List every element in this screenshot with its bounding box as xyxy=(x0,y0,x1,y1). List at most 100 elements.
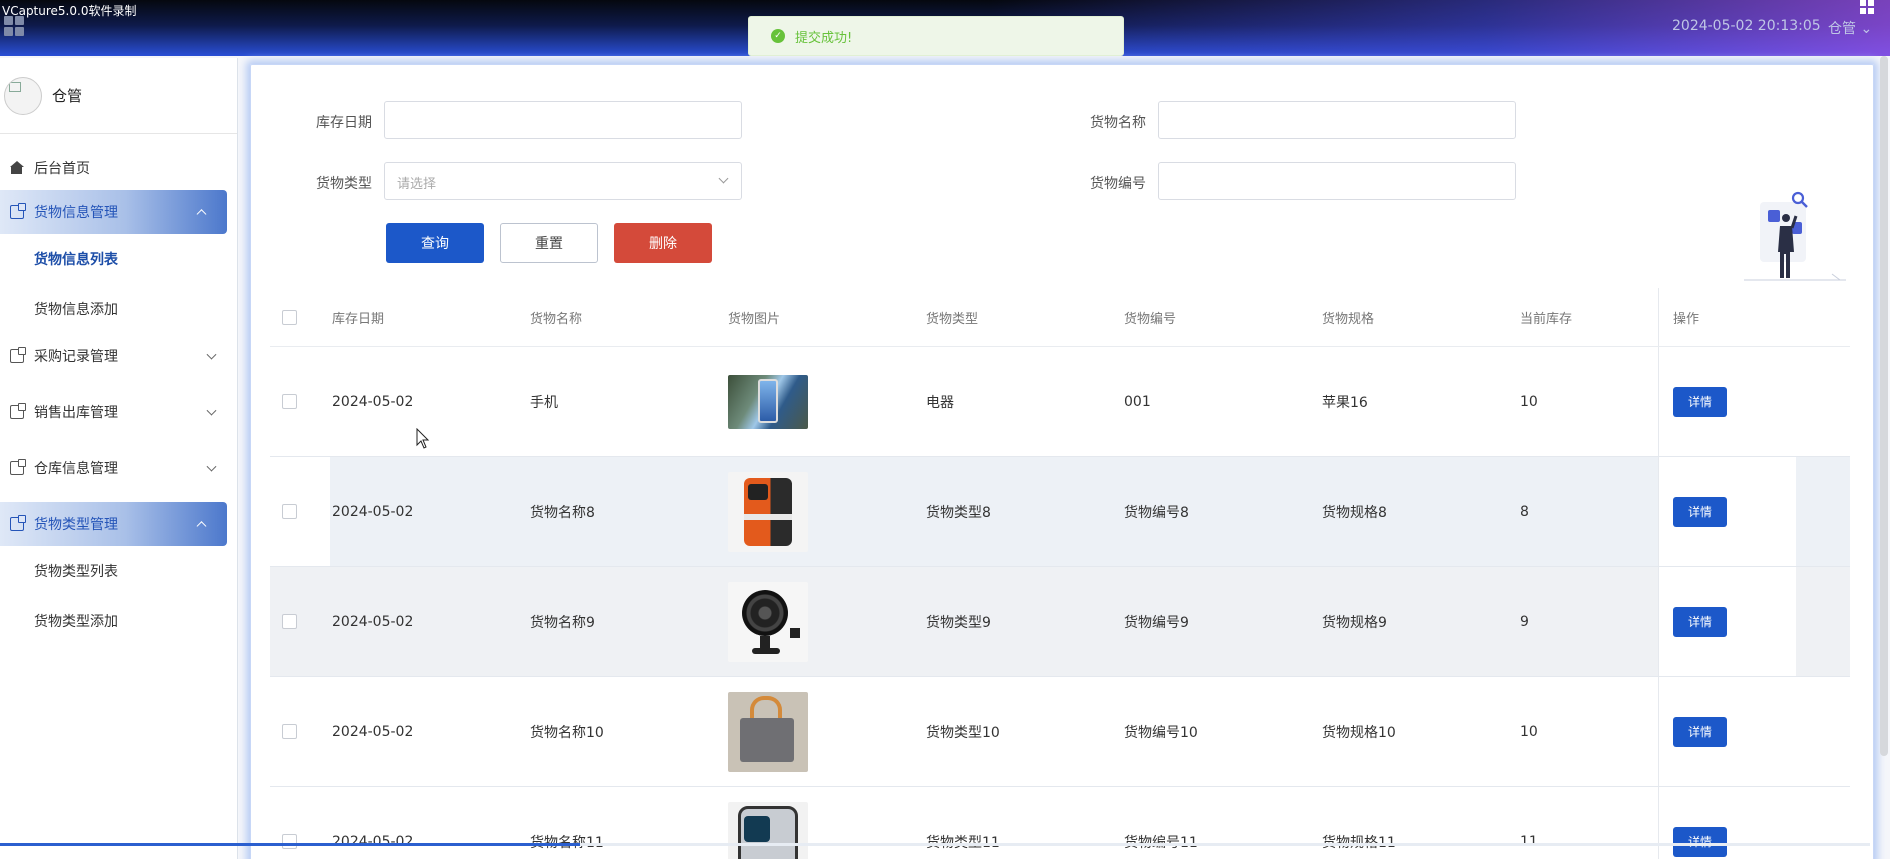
cell-type: 货物类型9 xyxy=(926,614,991,631)
sidebar-item-label: 仓库信息管理 xyxy=(34,461,118,477)
device-photo[interactable] xyxy=(728,801,808,859)
sidebar-item-home[interactable]: 后台首页 xyxy=(0,146,237,190)
cell-name: 货物名称9 xyxy=(530,614,595,631)
table-row: 2024-05-02 货物名称8 货物类型8 货物编号8 货物规格8 8 详情 xyxy=(270,457,1850,567)
header-code: 货物编号 xyxy=(1124,311,1177,327)
query-button[interactable]: 查询 xyxy=(386,223,484,263)
page-scrollbar[interactable] xyxy=(1880,56,1888,756)
box-icon xyxy=(10,347,26,363)
cell-name: 货物名称10 xyxy=(530,724,604,741)
row-checkbox[interactable] xyxy=(282,614,297,629)
cell-name: 手机 xyxy=(530,394,558,411)
search-illustration xyxy=(1744,191,1846,281)
chevron-down-icon: ⌄ xyxy=(1856,21,1873,37)
header-image: 货物图片 xyxy=(728,311,781,327)
tote-bag-photo[interactable] xyxy=(728,691,808,772)
toast-message: 提交成功! xyxy=(795,30,853,46)
chevron-down-icon xyxy=(206,405,217,416)
cell-date: 2024-05-02 xyxy=(332,833,414,850)
orange-phone-photo[interactable] xyxy=(728,471,808,552)
box-icon xyxy=(10,403,26,419)
table-row: 2024-05-02 货物名称11 货物类型11 货物编号11 货物规格11 1… xyxy=(270,787,1850,859)
header-date: 库存日期 xyxy=(332,311,385,327)
fullscreen-grid-icon[interactable] xyxy=(1860,0,1874,14)
box-icon xyxy=(10,515,26,531)
header-datetime: 2024-05-02 20:13:05 xyxy=(1672,18,1821,34)
type-label: 货物类型 xyxy=(316,176,372,192)
sidebar-group-warehouse[interactable]: 仓库信息管理 xyxy=(0,446,237,490)
header-spec: 货物规格 xyxy=(1322,311,1375,327)
select-all-checkbox[interactable] xyxy=(282,309,297,325)
cell-stock: 10 xyxy=(1520,723,1538,740)
chevron-up-icon xyxy=(196,209,207,220)
cell-type: 货物类型11 xyxy=(924,832,1122,852)
cell-stock: 9 xyxy=(1520,613,1529,630)
cell-spec: 货物规格9 xyxy=(1322,614,1387,631)
cell-date: 2024-05-02 xyxy=(332,393,414,410)
type-select-placeholder: 请选择 xyxy=(397,177,437,192)
name-input[interactable] xyxy=(1158,101,1516,139)
cell-spec: 苹果16 xyxy=(1322,394,1368,411)
profile: 仓管 xyxy=(0,58,237,134)
cell-code: 货物编号8 xyxy=(1124,504,1189,521)
sidebar-group-sales[interactable]: 销售出库管理 xyxy=(0,390,237,434)
row-checkbox[interactable] xyxy=(282,394,297,409)
home-icon xyxy=(10,161,24,175)
sidebar-item-label: 采购记录管理 xyxy=(34,349,118,365)
sidebar-item-label: 销售出库管理 xyxy=(34,405,118,421)
header-type: 货物类型 xyxy=(926,311,979,327)
cell-type: 货物类型10 xyxy=(926,724,1000,741)
chevron-up-icon xyxy=(196,521,207,532)
sidebar-item-type-list[interactable]: 货物类型列表 xyxy=(0,546,237,596)
recording-progress xyxy=(0,843,1870,846)
name-label: 货物名称 xyxy=(1090,115,1146,131)
cell-date: 2024-05-02 xyxy=(332,723,414,740)
delete-button[interactable]: 删除 xyxy=(614,223,712,263)
sidebar-item-goods-add[interactable]: 货物信息添加 xyxy=(0,284,237,334)
row-checkbox[interactable] xyxy=(282,724,297,739)
sidebar-item-label: 货物信息管理 xyxy=(34,205,118,221)
table-row: 2024-05-02 货物名称10 货物类型10 货物编号10 货物规格10 1… xyxy=(270,677,1850,787)
type-select[interactable]: 请选择 xyxy=(384,162,742,200)
detail-button[interactable]: 详情 xyxy=(1673,386,1727,417)
sidebar-group-goods-type[interactable]: 货物类型管理 xyxy=(0,502,227,546)
code-input[interactable] xyxy=(1158,162,1516,200)
sidebar-item-goods-list[interactable]: 货物信息列表 xyxy=(0,234,237,284)
cell-stock: 10 xyxy=(1520,393,1538,410)
row-checkbox[interactable] xyxy=(282,834,297,849)
sidebar-item-label: 货物类型管理 xyxy=(34,517,118,533)
cell-type: 货物类型8 xyxy=(926,504,991,521)
detail-button[interactable]: 详情 xyxy=(1673,826,1727,857)
check-circle-icon: ✓ xyxy=(771,29,785,43)
row-checkbox[interactable] xyxy=(282,504,297,519)
detail-button[interactable]: 详情 xyxy=(1673,606,1727,637)
table-row: 2024-05-02 货物名称9 货物类型9 货物编号9 货物规格9 9 详情 xyxy=(270,567,1850,677)
cell-stock: 11 xyxy=(1520,833,1538,850)
sidebar-group-purchase[interactable]: 采购记录管理 xyxy=(0,334,237,378)
menu-grid-icon[interactable] xyxy=(4,16,26,36)
mouse-cursor-icon xyxy=(416,428,430,449)
table-row: 2024-05-02 手机 电器 001 苹果16 10 详情 xyxy=(270,347,1850,457)
reset-button[interactable]: 重置 xyxy=(500,223,598,263)
date-input[interactable] xyxy=(384,101,742,139)
desk-fan-photo[interactable] xyxy=(728,581,808,662)
user-menu[interactable]: 仓管 ⌄ xyxy=(1828,18,1872,38)
recording-progress-fill xyxy=(0,843,580,846)
sidebar-group-goods-info[interactable]: 货物信息管理 xyxy=(0,190,227,234)
table-header: 库存日期 货物名称 货物图片 货物类型 货物编号 货物规格 当前库存 操作 xyxy=(270,288,1850,347)
cell-name: 货物名称11 xyxy=(528,832,726,852)
sidebar-item-label: 后台首页 xyxy=(34,161,90,177)
header-stock: 当前库存 xyxy=(1520,311,1573,327)
sidebar-item-type-add[interactable]: 货物类型添加 xyxy=(0,596,237,646)
cell-spec: 货物规格11 xyxy=(1320,832,1518,852)
cell-code: 001 xyxy=(1124,393,1151,410)
goods-table: 库存日期 货物名称 货物图片 货物类型 货物编号 货物规格 当前库存 操作 20… xyxy=(270,288,1850,859)
detail-button[interactable]: 详情 xyxy=(1673,496,1727,527)
cell-date: 2024-05-02 xyxy=(332,503,414,520)
cell-code: 货物编号10 xyxy=(1124,724,1198,741)
cell-spec: 货物规格10 xyxy=(1322,724,1396,741)
cell-code: 货物编号11 xyxy=(1122,832,1320,852)
detail-button[interactable]: 详情 xyxy=(1673,716,1727,747)
chevron-down-icon xyxy=(206,349,217,360)
phone-photo[interactable] xyxy=(728,374,808,429)
